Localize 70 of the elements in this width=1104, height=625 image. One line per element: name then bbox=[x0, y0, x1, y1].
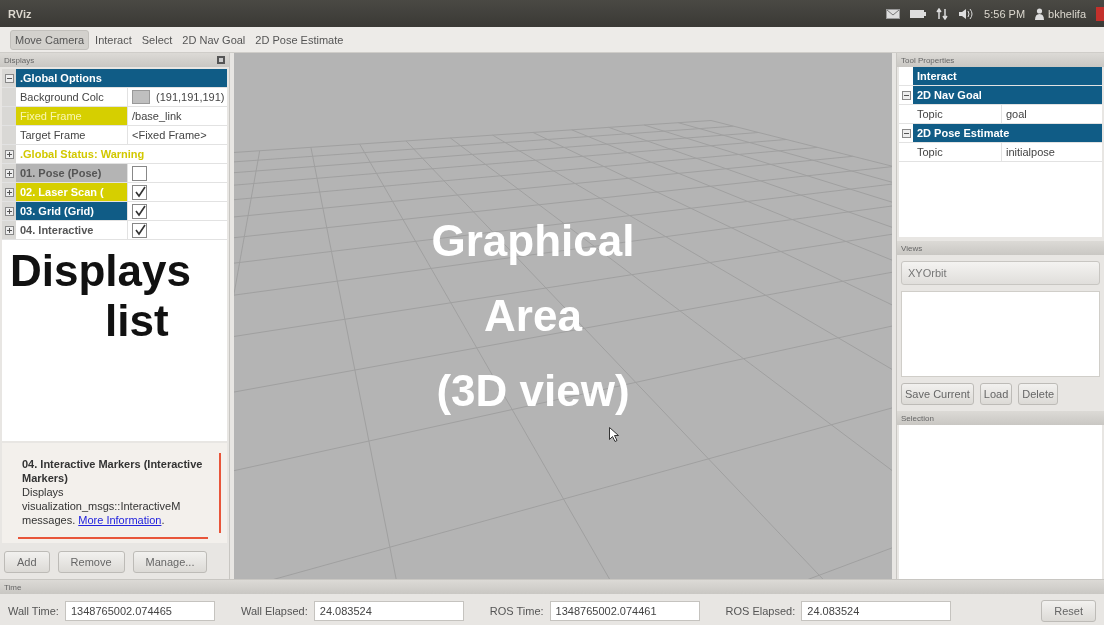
annotation-text: Graphical bbox=[431, 215, 635, 267]
annotation-text: (3D view) bbox=[436, 365, 630, 417]
property-label: Target Frame bbox=[16, 126, 128, 144]
expand-icon[interactable] bbox=[4, 149, 14, 159]
expand-icon[interactable] bbox=[4, 225, 14, 235]
color-swatch[interactable] bbox=[132, 90, 150, 104]
property-label: Background Colc bbox=[16, 88, 128, 106]
property-label: Topic bbox=[913, 105, 1002, 123]
property-value[interactable]: <Fixed Frame> bbox=[132, 129, 207, 141]
time-field[interactable]: 24.083524 bbox=[313, 601, 464, 621]
expand-icon[interactable] bbox=[4, 187, 14, 197]
cursor-icon bbox=[609, 427, 619, 442]
collapse-icon[interactable] bbox=[901, 90, 911, 100]
tool-category[interactable]: 2D Nav Goal bbox=[913, 86, 1102, 104]
collapse-icon[interactable] bbox=[4, 73, 14, 83]
checkbox[interactable] bbox=[132, 184, 147, 200]
panel-button[interactable]: Remove bbox=[57, 551, 125, 573]
time-field[interactable]: 1348765002.074461 bbox=[549, 601, 700, 621]
annotation-text: Area bbox=[484, 290, 582, 342]
collapse-icon[interactable] bbox=[901, 128, 911, 138]
property-value[interactable]: initialpose bbox=[1006, 146, 1055, 158]
panel-title: Time bbox=[4, 582, 22, 592]
view-button[interactable]: Delete bbox=[1018, 383, 1059, 405]
checkbox[interactable] bbox=[132, 203, 147, 219]
expand-icon[interactable] bbox=[4, 206, 14, 216]
speaker-icon[interactable] bbox=[958, 7, 975, 20]
mail-icon[interactable] bbox=[886, 8, 901, 19]
panel-button[interactable]: Add bbox=[4, 551, 50, 573]
time-label: ROS Time: bbox=[489, 605, 544, 617]
view-button[interactable]: Save Current bbox=[901, 383, 974, 405]
time-field[interactable]: 24.083524 bbox=[801, 601, 952, 621]
property-value[interactable]: /base_link bbox=[132, 110, 182, 122]
time-label: Wall Time: bbox=[8, 605, 59, 617]
display-item[interactable]: 03. Grid (Grid) bbox=[16, 202, 128, 220]
property-value[interactable]: (191,191,191) bbox=[156, 91, 225, 103]
tool-button[interactable]: Move Camera bbox=[10, 29, 90, 50]
time-label: Wall Elapsed: bbox=[240, 605, 308, 617]
tool-category[interactable]: 2D Pose Estimate bbox=[913, 124, 1102, 142]
view-button[interactable]: Load bbox=[979, 383, 1013, 405]
time-field[interactable]: 1348765002.074465 bbox=[64, 601, 215, 621]
annotation-text: list bbox=[104, 296, 170, 346]
panel-title: Displays bbox=[4, 55, 35, 65]
user-icon[interactable] bbox=[1035, 7, 1045, 20]
property-value[interactable]: goal bbox=[1006, 108, 1027, 120]
panel-title: Selection bbox=[901, 413, 934, 423]
panel-button[interactable]: Manage... bbox=[132, 551, 208, 573]
property-label: Topic bbox=[913, 143, 1002, 161]
user-name[interactable]: bkhelifa bbox=[1048, 7, 1086, 20]
category-header[interactable]: .Global Options bbox=[16, 69, 227, 87]
display-item[interactable]: 04. Interactive bbox=[16, 221, 128, 239]
tool-button[interactable]: Interact bbox=[91, 30, 136, 49]
battery-icon[interactable] bbox=[910, 9, 927, 18]
annotation-text: Displays bbox=[10, 246, 191, 296]
description-title: 04. Interactive Markers (Interactive Markers) bbox=[22, 457, 204, 485]
window-title: RViz bbox=[8, 7, 32, 20]
clock[interactable]: 5:56 PM bbox=[984, 7, 1026, 20]
checkbox[interactable] bbox=[132, 222, 147, 238]
description-text: Displays visualization_msgs::InteractiveM messages. More Information. bbox=[22, 485, 182, 527]
tool-button[interactable]: 2D Nav Goal bbox=[178, 30, 250, 49]
panel-title: Tool Properties bbox=[901, 55, 955, 65]
view-type-dropdown[interactable]: XYOrbit bbox=[901, 261, 1100, 285]
tool-button[interactable]: Select bbox=[137, 30, 177, 49]
property-label: Fixed Frame bbox=[16, 107, 128, 125]
reset-button[interactable]: Reset bbox=[1041, 600, 1096, 622]
network-icon[interactable] bbox=[936, 7, 949, 20]
time-label: ROS Elapsed: bbox=[725, 605, 796, 617]
panel-title: Views bbox=[901, 243, 923, 253]
tool-button[interactable]: 2D Pose Estimate bbox=[251, 30, 348, 49]
close-icon[interactable] bbox=[217, 56, 225, 64]
tool-category[interactable]: Interact bbox=[913, 67, 1102, 85]
